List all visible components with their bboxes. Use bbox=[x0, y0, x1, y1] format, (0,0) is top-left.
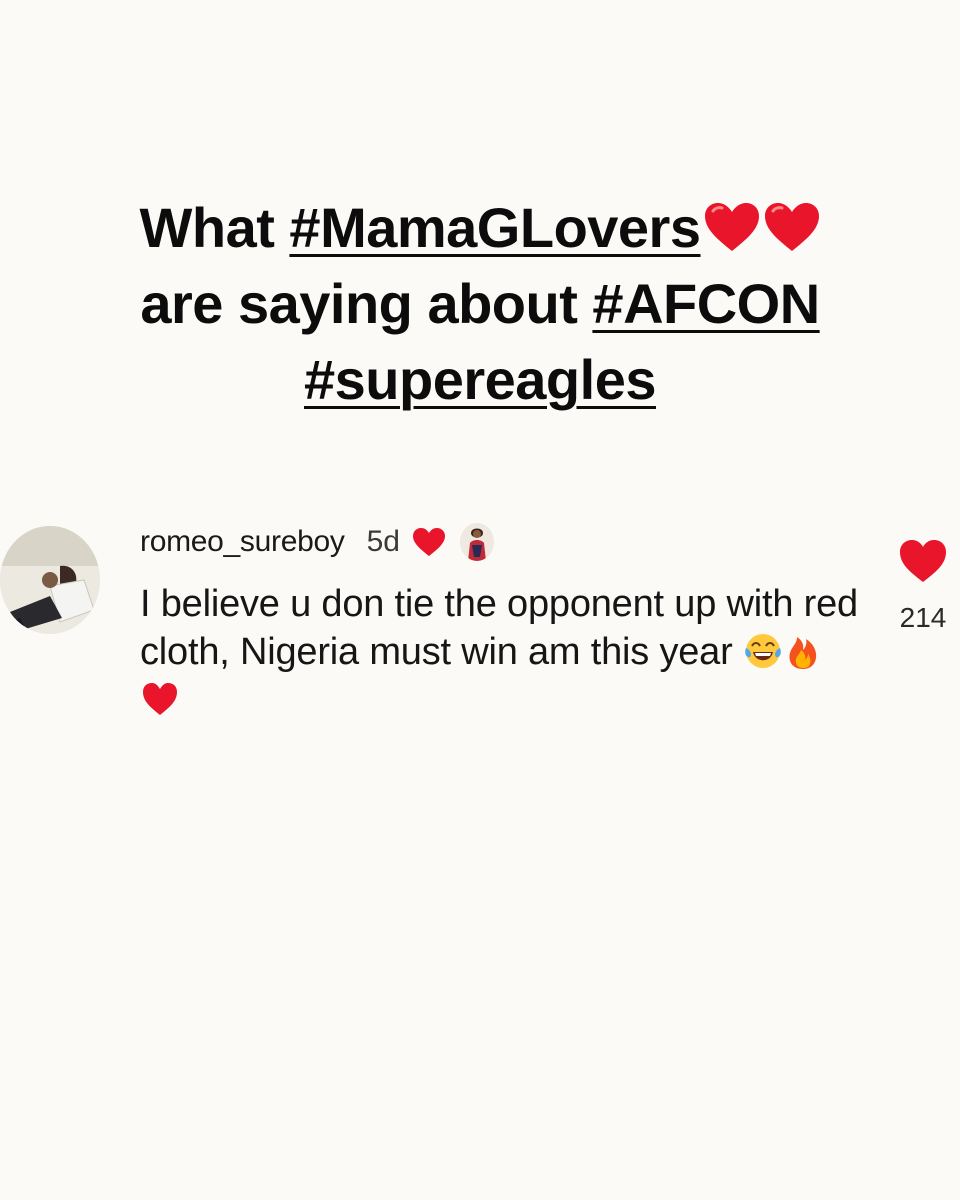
like-count: 214 bbox=[899, 602, 947, 633]
hashtag-afcon[interactable]: #AFCON bbox=[592, 272, 820, 335]
liked-by-author-heart-icon bbox=[412, 528, 445, 556]
red-heart-icon bbox=[143, 683, 177, 715]
author-avatar-icon bbox=[459, 523, 494, 561]
red-heart-icon bbox=[704, 203, 759, 251]
headline-text: What bbox=[139, 196, 290, 259]
comment-header: romeo_sureboy 5d bbox=[140, 518, 494, 566]
headline-text: are saying about bbox=[140, 272, 593, 335]
comment-body: I believe u don tie the opponent up with… bbox=[140, 580, 860, 724]
fire-icon bbox=[789, 637, 817, 669]
hashtag-mamaglovers[interactable]: #MamaGLovers bbox=[289, 196, 820, 259]
face-with-tears-of-joy-icon bbox=[745, 634, 781, 668]
hashtag-label[interactable]: #MamaGLovers bbox=[289, 196, 701, 259]
headline-line-1: What #MamaGLovers bbox=[0, 190, 960, 266]
post-headline: What #MamaGLovers are saying about #AFCO… bbox=[0, 190, 960, 418]
red-heart-icon bbox=[764, 203, 819, 251]
comment-time: 5d bbox=[366, 525, 400, 558]
avatar-image bbox=[0, 526, 100, 634]
comment-item: romeo_sureboy 5d I believe u don tie the… bbox=[0, 518, 960, 738]
headline-line-3: #supereagles bbox=[0, 342, 960, 418]
hashtag-supereagles[interactable]: #supereagles bbox=[304, 348, 656, 411]
username[interactable]: romeo_sureboy bbox=[140, 525, 345, 559]
headline-line-2: are saying about #AFCON bbox=[0, 266, 960, 342]
like-button-heart-icon[interactable] bbox=[898, 538, 948, 584]
avatar[interactable] bbox=[0, 526, 100, 634]
